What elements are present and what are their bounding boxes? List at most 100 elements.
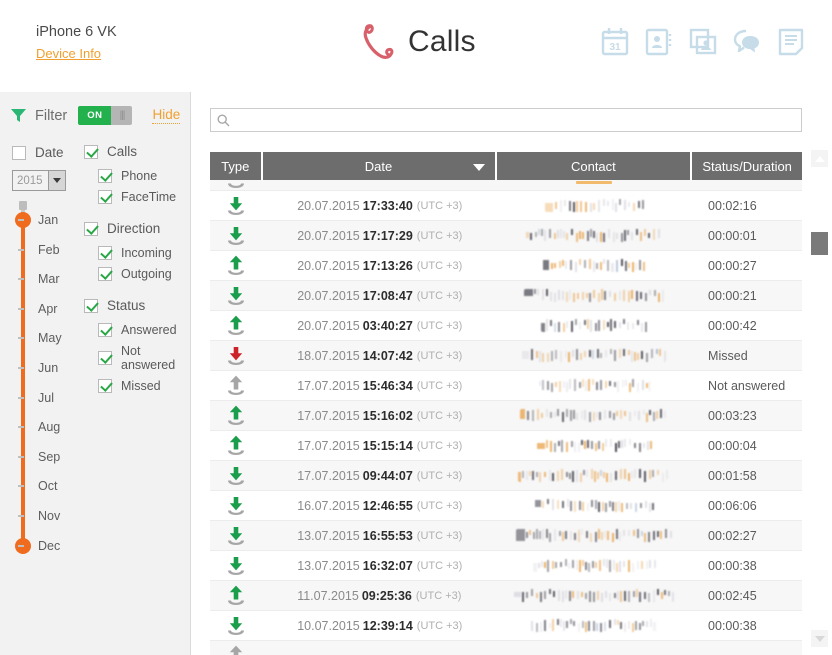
slider-fill [21, 219, 25, 545]
filter-group-header-direction[interactable]: Direction [84, 221, 189, 236]
month-label-sep[interactable]: Sep [38, 451, 60, 464]
contact-cell [496, 341, 692, 371]
table-row-partial-bottom[interactable] [210, 641, 802, 655]
column-header-type[interactable]: Type [210, 152, 263, 180]
month-label-aug[interactable]: Aug [38, 421, 60, 434]
table-row[interactable]: 17.07.2015 15:15:14 (UTC +3) 00:00:04 [210, 431, 802, 461]
search-input[interactable] [230, 109, 801, 131]
call-date: 11.07.2015 [297, 588, 359, 603]
device-info-link[interactable]: Device Info [36, 46, 101, 61]
scroll-up-button[interactable] [811, 150, 828, 167]
messages-icon[interactable] [732, 26, 762, 58]
year-select[interactable]: 2015 [12, 170, 66, 191]
contact-cell [496, 191, 692, 221]
table-row[interactable]: 11.07.2015 09:25:36 (UTC +3) 00:02:45 [210, 581, 802, 611]
checkbox-outgoing[interactable] [98, 267, 112, 281]
checkbox-facetime[interactable] [98, 190, 112, 204]
call-date: 10.07.2015 [297, 618, 360, 633]
filter-item-facetime[interactable]: FaceTime [98, 190, 189, 204]
date-checkbox-label: Date [35, 145, 64, 160]
table-row[interactable]: 13.07.2015 16:32:07 (UTC +3) 00:00:38 [210, 551, 802, 581]
table-row[interactable]: 13.07.2015 16:55:53 (UTC +3) 00:02:27 [210, 521, 802, 551]
call-time: 12:46:55 [362, 498, 413, 513]
date-cell: 11.07.2015 09:25:36 (UTC +3) [262, 581, 496, 611]
date-cell: 13.07.2015 16:32:07 (UTC +3) [262, 551, 496, 581]
filter-item-answered[interactable]: Answered [98, 323, 189, 337]
filter-item-not-answered[interactable]: Not answered [98, 344, 189, 372]
checkbox-direction[interactable] [84, 221, 98, 236]
month-range-slider[interactable]: Jan Feb Mar Apr May Jun Jul Aug Sep Oct Nov Dec [14, 201, 84, 555]
table-row[interactable]: 17.07.2015 15:16:02 (UTC +3) 00:03:23 [210, 401, 802, 431]
month-label-jan[interactable]: Jan [38, 214, 58, 227]
table-row[interactable]: 18.07.2015 14:07:42 (UTC +3) Missed [210, 341, 802, 371]
table-row[interactable]: 10.07.2015 12:39:14 (UTC +3) 00:00:38 [210, 611, 802, 641]
filter-group-header-status[interactable]: Status [84, 298, 189, 313]
month-label-mar[interactable]: Mar [38, 273, 60, 286]
search-bar[interactable] [210, 108, 802, 132]
scrollbar-thumb[interactable] [811, 232, 828, 255]
hide-filter-link[interactable]: Hide [152, 107, 181, 124]
filter-group-header-calls[interactable]: Calls [84, 144, 189, 159]
table-row[interactable]: 20.07.2015 17:33:40 (UTC +3) 00:02:16 [210, 191, 802, 221]
contact-cell [496, 491, 692, 521]
scroll-down-button[interactable] [811, 630, 828, 647]
calendar-icon[interactable]: 31 [600, 26, 630, 58]
column-header-contact[interactable]: Contact [496, 152, 693, 180]
device-block: iPhone 6 VK Device Info [36, 22, 117, 63]
checkbox-incoming[interactable] [98, 246, 112, 260]
table-header-row: Type Date Contact Status/Duration [210, 152, 802, 180]
checkbox-status[interactable] [84, 298, 98, 313]
table-row[interactable]: 16.07.2015 12:46:55 (UTC +3) 00:06:06 [210, 491, 802, 521]
date-checkbox-row[interactable]: Date [12, 145, 92, 160]
month-label-jun[interactable]: Jun [38, 362, 58, 375]
call-timezone: (UTC +3) [416, 229, 463, 242]
month-label-nov[interactable]: Nov [38, 510, 60, 523]
column-header-status[interactable]: Status/Duration [692, 152, 802, 180]
status-cell: 00:00:01 [692, 221, 802, 251]
table-row[interactable]: 20.07.2015 03:40:27 (UTC +3) 00:00:42 [210, 311, 802, 341]
contact-name-redacted [524, 289, 665, 302]
status-cell: 00:00:27 [692, 251, 802, 281]
table-scrollbar[interactable] [811, 150, 828, 647]
checkbox-calls[interactable] [84, 144, 98, 159]
call-timezone: (UTC +3) [416, 289, 463, 302]
month-label-apr[interactable]: Apr [38, 303, 57, 316]
contact-name-redacted [540, 319, 648, 332]
filter-toggle[interactable]: ON ||| [78, 106, 133, 125]
table-row[interactable]: 20.07.2015 17:08:47 (UTC +3) 00:00:21 [210, 281, 802, 311]
month-tick [18, 426, 24, 429]
table-row[interactable]: 17.07.2015 09:44:07 (UTC +3) 00:01:58 [210, 461, 802, 491]
table-row[interactable]: 20.07.2015 17:17:29 (UTC +3) 00:00:01 [210, 221, 802, 251]
photos-icon[interactable] [688, 26, 718, 58]
month-label-oct[interactable]: Oct [38, 480, 57, 493]
checkbox-missed[interactable] [98, 379, 112, 393]
checkbox-answered[interactable] [98, 323, 112, 337]
contacts-icon[interactable] [644, 26, 674, 58]
month-label-dec[interactable]: Dec [38, 539, 60, 552]
filter-item-incoming[interactable]: Incoming [98, 246, 189, 260]
filter-item-missed[interactable]: Missed [98, 379, 189, 393]
checkbox-phone[interactable] [98, 169, 112, 183]
filter-group-direction: Direction Incoming Outgoing [84, 221, 189, 281]
date-checkbox[interactable] [12, 145, 26, 160]
call-type-partial-icon [229, 645, 243, 655]
filter-item-outgoing[interactable]: Outgoing [98, 267, 189, 281]
call-status-duration: Missed [708, 348, 748, 363]
month-label-may[interactable]: May [38, 332, 62, 345]
contact-cell [496, 281, 692, 311]
month-label-feb[interactable]: Feb [38, 243, 60, 256]
table-row[interactable]: 20.07.2015 17:13:26 (UTC +3) 00:00:27 [210, 251, 802, 281]
chevron-down-icon[interactable] [48, 171, 65, 190]
status-cell: 00:00:38 [692, 611, 802, 641]
date-cell: 10.07.2015 12:39:14 (UTC +3) [262, 611, 496, 641]
checkbox-not-answered[interactable] [98, 351, 112, 365]
filter-item-phone[interactable]: Phone [98, 169, 189, 183]
table-row-partial-top[interactable] [210, 180, 802, 191]
column-header-date[interactable]: Date [262, 152, 497, 180]
contact-name-redacted [536, 439, 652, 452]
month-label-jul[interactable]: Jul [38, 391, 54, 404]
app-header: iPhone 6 VK Device Info Calls 31 [0, 0, 832, 92]
table-row[interactable]: 17.07.2015 15:46:34 (UTC +3) Not answered [210, 371, 802, 401]
call-status-duration: 00:00:27 [708, 258, 757, 273]
notes-icon[interactable] [776, 26, 806, 58]
